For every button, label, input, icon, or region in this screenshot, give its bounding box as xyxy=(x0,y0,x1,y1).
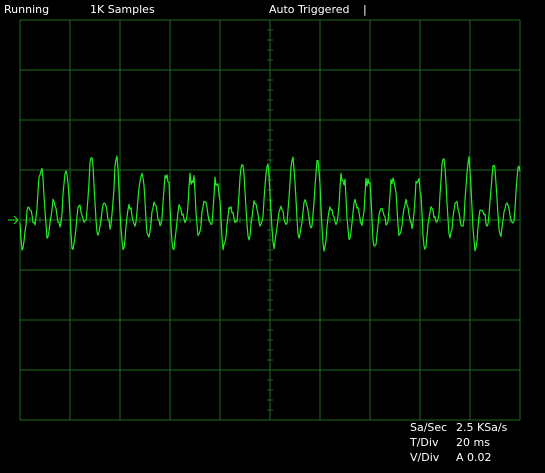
scope-screen[interactable] xyxy=(0,0,545,473)
time-div-readout: T/Div 20 ms xyxy=(410,436,490,449)
sample-rate-label: Sa/Sec xyxy=(410,421,448,434)
scope-grid xyxy=(19,19,521,421)
volt-div-readout: V/Div A 0.02 xyxy=(410,451,492,464)
trigger-marker: | xyxy=(363,3,367,16)
time-div-label: T/Div xyxy=(410,436,439,449)
sample-rate-value: 2.5 KSa/s xyxy=(456,421,508,434)
volt-div-label: V/Div xyxy=(410,451,440,464)
volt-div-value: A 0.02 xyxy=(456,451,492,464)
trigger-status: Auto Triggered xyxy=(269,3,350,16)
sample-count: 1K Samples xyxy=(90,3,155,16)
sample-rate-readout: Sa/Sec 2.5 KSa/s xyxy=(410,421,507,434)
channel-marker-icon xyxy=(8,215,19,225)
time-div-value: 20 ms xyxy=(456,436,490,449)
run-state: Running xyxy=(4,3,50,16)
